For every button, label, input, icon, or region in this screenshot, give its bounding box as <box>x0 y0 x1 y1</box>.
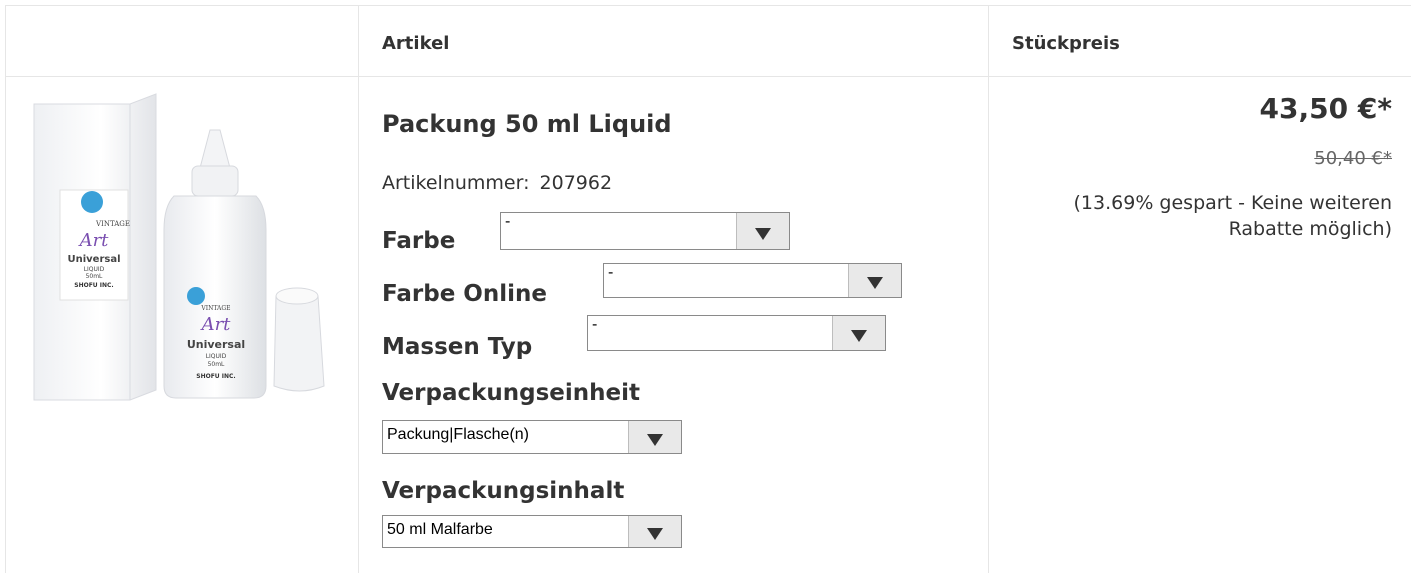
article-number-label: Artikelnummer: <box>382 172 530 194</box>
select-farbe-dropdown[interactable] <box>736 213 789 249</box>
select-verpackungsinhalt[interactable]: 50 ml Malfarbe <box>382 515 682 548</box>
option-label-farbe-online: Farbe Online <box>382 281 547 307</box>
svg-text:50mL: 50mL <box>86 273 103 280</box>
svg-text:VINTAGE: VINTAGE <box>95 220 130 228</box>
column-divider-2 <box>988 5 989 573</box>
select-farbe-online-value: - <box>608 264 614 281</box>
svg-text:50mL: 50mL <box>208 361 225 368</box>
svg-text:Art: Art <box>200 314 232 335</box>
price-current: 43,50 €* <box>1259 92 1392 125</box>
chevron-down-icon <box>647 433 663 446</box>
select-verpackungseinheit-value: Packung|Flasche(n) <box>387 426 529 443</box>
column-divider-1 <box>358 5 359 573</box>
select-farbe-online[interactable]: - <box>603 263 902 298</box>
article-number: Artikelnummer: 207962 <box>382 172 612 194</box>
product-title[interactable]: Packung 50 ml Liquid <box>382 110 672 138</box>
price-saving-note: (13.69% gespart - Keine weiteren Rabatte… <box>1073 192 1392 240</box>
option-label-massen-typ: Massen Typ <box>382 334 533 360</box>
svg-text:VINTAGE: VINTAGE <box>200 305 230 312</box>
svg-text:SHOFU INC.: SHOFU INC. <box>74 282 113 289</box>
price-old: 50,40 €* <box>1314 148 1392 169</box>
option-label-verpackungseinheit: Verpackungseinheit <box>382 380 641 406</box>
select-massen-typ-value: - <box>592 316 598 333</box>
svg-text:SHOFU INC.: SHOFU INC. <box>196 373 235 380</box>
option-label-farbe: Farbe <box>382 228 456 254</box>
chevron-down-icon <box>647 527 663 540</box>
option-label-verpackungsinhalt: Verpackungsinhalt <box>382 478 625 504</box>
header-divider <box>5 76 1411 77</box>
header-stueckpreis: Stückpreis <box>1012 33 1120 54</box>
select-farbe[interactable]: - <box>500 212 790 250</box>
svg-text:Universal: Universal <box>187 338 245 351</box>
select-massen-typ[interactable]: - <box>587 315 886 351</box>
chevron-down-icon <box>755 227 771 240</box>
select-verpackungseinheit-dropdown[interactable] <box>628 421 681 453</box>
select-verpackungseinheit[interactable]: Packung|Flasche(n) <box>382 420 682 454</box>
article-number-value: 207962 <box>539 172 613 194</box>
product-image[interactable]: VINTAGE Art Universal LIQUID 50mL SHOFU … <box>24 90 346 412</box>
select-farbe-value: - <box>505 213 511 230</box>
header-artikel: Artikel <box>382 33 450 54</box>
chevron-down-icon <box>867 277 883 290</box>
select-massen-typ-dropdown[interactable] <box>832 316 885 350</box>
select-verpackungsinhalt-dropdown[interactable] <box>628 516 681 547</box>
svg-text:Universal: Universal <box>67 254 120 265</box>
select-farbe-online-dropdown[interactable] <box>848 264 901 297</box>
svg-text:LIQUID: LIQUID <box>84 266 105 273</box>
svg-text:Art: Art <box>78 230 110 251</box>
svg-text:LIQUID: LIQUID <box>206 353 227 360</box>
chevron-down-icon <box>851 329 867 342</box>
select-verpackungsinhalt-value: 50 ml Malfarbe <box>387 521 493 538</box>
